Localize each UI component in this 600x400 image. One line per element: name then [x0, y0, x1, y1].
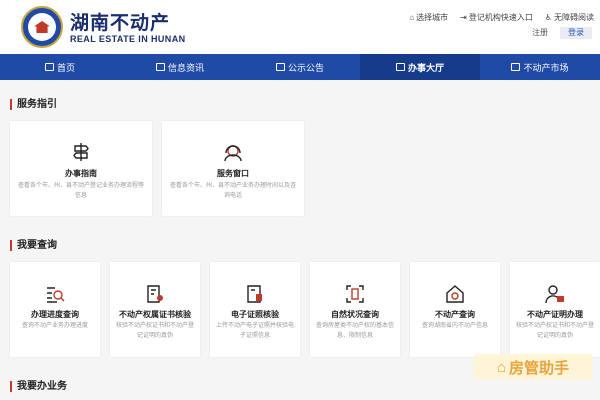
query-card[interactable]: 电子证照核验 上传不动产电子证照并核验电子证照信息: [210, 262, 300, 357]
e-license-icon: [247, 285, 262, 303]
query-card[interactable]: 不动产权属证书核验 核验不动产权证书和不动产登记证明的真伪: [110, 262, 200, 357]
card-desc: 核验不动产权证书和不动产登记证明的真伪: [516, 323, 595, 339]
register-button[interactable]: 注册: [524, 27, 556, 39]
card-desc: 查看各个市、州、县不动产登记业务办理流程等信息: [17, 183, 144, 199]
nav-market[interactable]: 不动产市场: [480, 54, 600, 80]
section-title-guide: 服务指引: [10, 99, 57, 110]
card-desc: 查看各个市、州、县不动产业务办理时间以及咨询电话: [169, 183, 296, 199]
news-icon: [155, 63, 165, 71]
card-desc: 核验不动产权证书和不动产登记证明的真伪: [116, 323, 195, 339]
brand-title[interactable]: 湖南不动产: [70, 8, 170, 35]
accessibility-link[interactable]: ♿ 无障碍阅读: [545, 12, 594, 23]
card-desc: 上传不动产电子证照并核验电子证照信息: [216, 323, 295, 339]
query-card[interactable]: 办理进度查询 查询不动产业务办理进度: [10, 262, 100, 357]
nav-service-hall[interactable]: 办事大厅: [360, 54, 480, 80]
header: 湖南不动产 REAL ESTATE IN HUNAN ⌂ 选择城市 ⇥ 登记机构…: [0, 0, 600, 54]
nav-notices[interactable]: 公示公告: [240, 54, 360, 80]
building-scan-icon: [346, 285, 364, 303]
card-desc: 查询不动产业务办理进度: [21, 323, 88, 329]
market-icon: [511, 63, 521, 71]
card-title: 不动产查询: [435, 310, 475, 319]
guide-card[interactable]: 服务窗口 查看各个市、州、县不动产业务办理时间以及咨询电话: [162, 121, 304, 216]
query-card[interactable]: 不动产证明办理 核验不动产权证书和不动产登记证明的真伪: [510, 262, 600, 357]
watermark: ⌂ 房管助手: [474, 354, 592, 380]
card-title: 办事指南: [65, 169, 97, 178]
notice-icon: [275, 63, 285, 71]
person-certificate-icon: [545, 285, 564, 304]
section-title-business: 我要办业务: [10, 381, 67, 392]
query-card[interactable]: 不动产查询 查询湖南省内不动产信息: [410, 262, 500, 357]
registry-entry-link[interactable]: ⇥ 登记机构快速入口: [460, 12, 533, 23]
house-search-icon: [446, 285, 464, 303]
query-card[interactable]: 自然状况查询 查询房屋类不动产权的基本信息、限制信息: [310, 262, 400, 357]
card-title: 电子证照核验: [231, 310, 279, 319]
hall-icon: [395, 63, 405, 71]
select-city-link[interactable]: ⌂ 选择城市: [409, 12, 448, 23]
auth-buttons: 注册 登录: [524, 27, 592, 39]
card-title: 自然状况查询: [331, 310, 379, 319]
watermark-icon: ⌂: [496, 358, 507, 376]
card-desc: 查询湖南省内不动产信息: [421, 323, 488, 329]
login-button[interactable]: 登录: [560, 27, 592, 39]
section-title-query: 我要查询: [10, 240, 57, 251]
headset-icon: [224, 145, 242, 162]
nav-news[interactable]: 信息资讯: [120, 54, 240, 80]
nav-home[interactable]: 首页: [0, 54, 120, 80]
guide-card[interactable]: 办事指南 查看各个市、州、县不动产登记业务办理流程等信息: [10, 121, 152, 216]
card-desc: 查询房屋类不动产权的基本信息、限制信息: [316, 323, 395, 339]
card-title: 不动产证明办理: [527, 310, 583, 319]
progress-search-icon: [47, 287, 65, 303]
logo[interactable]: [21, 6, 63, 48]
certificate-verify-icon: [147, 285, 163, 303]
signpost-icon: [73, 143, 89, 161]
main-nav: 首页 信息资讯 公示公告 办事大厅 不动产市场: [0, 54, 600, 80]
card-title: 服务窗口: [217, 169, 249, 178]
top-links: ⌂ 选择城市 ⇥ 登记机构快速入口 ♿ 无障碍阅读: [409, 12, 594, 23]
brand-subtitle: REAL ESTATE IN HUNAN: [70, 34, 186, 44]
home-icon: [44, 63, 54, 71]
card-title: 不动产权属证书核验: [119, 310, 191, 319]
card-title: 办理进度查询: [31, 310, 79, 319]
